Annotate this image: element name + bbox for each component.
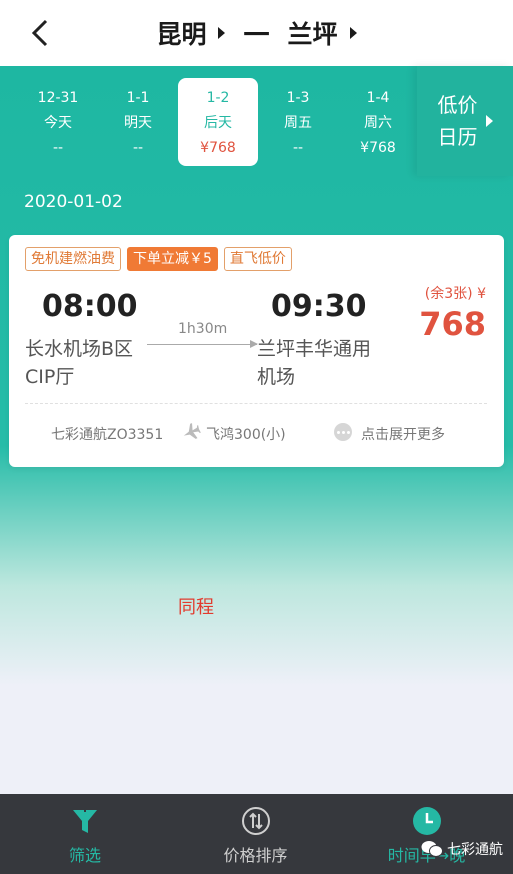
flight-tags: 免机建燃油费 下单立减￥5 直飞低价 (25, 247, 292, 271)
departure-time: 08:00 (42, 289, 138, 324)
tag-no-fuel-fee: 免机建燃油费 (25, 247, 121, 271)
calendar-label-line2: 日历 (437, 125, 478, 149)
arrival-time: 09:30 (271, 289, 367, 324)
more-dots-icon (334, 423, 352, 441)
tab-price-sort[interactable]: 价格排序 (170, 794, 341, 874)
route-title[interactable]: 昆明 一 兰坪 (156, 15, 357, 52)
top-nav-bar: 昆明 一 兰坪 (0, 0, 513, 66)
date-label: 后天 (204, 115, 232, 131)
seats-remaining: (余3张) ¥ (424, 286, 486, 302)
date-label: 周五 (284, 115, 312, 131)
aircraft-type: 飞鸿300(小) (206, 427, 286, 443)
flight-duration: 1h30m (178, 321, 228, 337)
caret-right-icon (218, 27, 226, 39)
date-price: -- (132, 140, 144, 156)
date-value: 1-2 (206, 90, 230, 106)
overlay-text: 同程 (178, 597, 214, 618)
date-tab-5[interactable]: 1-4 周六 ¥768 (338, 66, 418, 176)
wechat-watermark: 七彩通航 (421, 839, 503, 859)
date-price: ¥768 (360, 140, 396, 156)
tag-discount: 下单立减￥5 (127, 247, 218, 271)
date-value: 1-4 (366, 90, 390, 106)
date-label: 周六 (364, 115, 392, 131)
calendar-label-line1: 低价 (437, 93, 478, 117)
flight-details-row: 七彩通航ZO3351 飞鸿300(小) 点击展开更多 (9, 421, 504, 443)
sort-arrows-icon (241, 806, 271, 836)
flight-price: 768 (419, 305, 486, 343)
chevron-left-icon (31, 19, 48, 47)
expand-more-link[interactable]: 点击展开更多 (361, 424, 445, 444)
watermark-text: 七彩通航 (447, 842, 503, 858)
low-price-calendar-button[interactable]: 低价 日历 (417, 66, 513, 176)
date-price: -- (52, 140, 64, 156)
clock-icon (412, 806, 442, 836)
caret-right-icon (485, 115, 493, 127)
tab-filter[interactable]: 筛选 (0, 794, 170, 874)
selected-date: 2020-01-02 (24, 192, 123, 212)
wechat-icon (421, 841, 443, 857)
date-tab-2[interactable]: 1-1 明天 -- (98, 66, 178, 176)
date-value: 1-3 (286, 90, 310, 106)
arrival-airport: 兰坪丰华通用机场 (257, 338, 372, 388)
date-label: 今天 (44, 115, 72, 131)
card-divider (25, 403, 487, 404)
flight-card[interactable]: 免机建燃油费 下单立减￥5 直飞低价 08:00 09:30 1h30m 长水机… (9, 235, 504, 467)
date-value: 1-1 (126, 90, 150, 106)
plane-icon (183, 423, 201, 439)
tab-time-sort[interactable]: 时间早→晚 (341, 794, 512, 874)
date-value: 12-31 (37, 90, 79, 106)
date-tab-3-selected[interactable]: 1-2 后天 ¥768 (178, 78, 258, 166)
date-tab-4[interactable]: 1-3 周五 -- (258, 66, 338, 176)
route-arrow (147, 340, 258, 348)
tag-direct-low-price: 直飞低价 (223, 247, 292, 271)
departure-airport: 长水机场B区CIP厅 (25, 338, 134, 388)
destination-city: 兰坪 (287, 20, 338, 49)
origin-city: 昆明 (156, 20, 207, 49)
airline-flight-number: 七彩通航ZO3351 (51, 427, 164, 443)
back-button[interactable] (22, 15, 58, 51)
tab-label: 筛选 (68, 846, 101, 865)
filter-funnel-icon (70, 806, 100, 836)
date-price: -- (292, 140, 304, 156)
caret-right-icon (349, 27, 357, 39)
route-separator: 一 (243, 20, 270, 51)
tab-label: 价格排序 (223, 846, 288, 865)
date-price: ¥768 (200, 140, 236, 156)
bottom-tab-bar: 筛选 价格排序 时间早→晚 (0, 794, 513, 874)
date-label: 明天 (124, 115, 152, 131)
date-tab-1[interactable]: 12-31 今天 -- (18, 66, 98, 176)
